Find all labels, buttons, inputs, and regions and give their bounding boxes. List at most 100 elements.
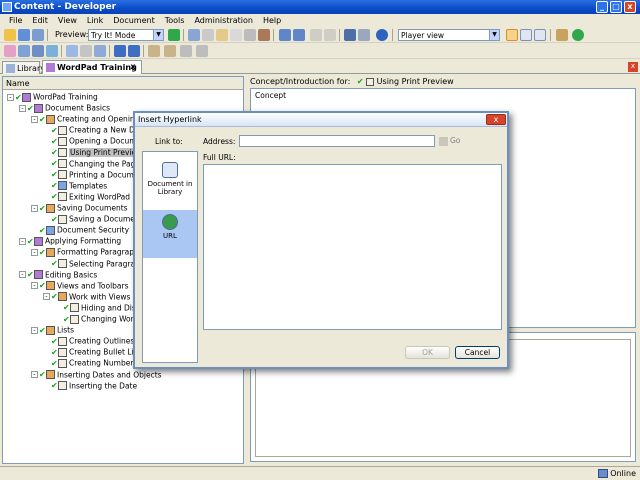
help-icon[interactable] (376, 29, 388, 41)
tree-node[interactable]: - ✔ Document Basics (19, 103, 110, 114)
promote-icon[interactable] (148, 45, 160, 57)
collapse-toggle-icon[interactable]: - (31, 204, 38, 212)
link-option-url[interactable]: URL (143, 210, 197, 258)
topic-icon (58, 358, 67, 368)
ok-button[interactable]: OK (405, 346, 450, 359)
redo-icon[interactable] (293, 29, 305, 41)
move-up-icon[interactable] (114, 45, 126, 57)
cancel-button[interactable]: Cancel (455, 346, 500, 359)
close-window-button[interactable]: x (624, 1, 636, 13)
find-icon[interactable] (258, 29, 270, 41)
close-all-tabs-icon[interactable]: x (628, 62, 638, 72)
menu-file[interactable]: File (4, 14, 27, 27)
tree-column-header[interactable]: Name (3, 77, 243, 90)
move-down-icon[interactable] (128, 45, 140, 57)
demote-icon[interactable] (164, 45, 176, 57)
layout-one-icon[interactable] (506, 29, 518, 41)
tree-node[interactable]: - ✔ WordPad Training (7, 92, 98, 103)
go-button[interactable]: Go (439, 136, 460, 146)
properties-icon[interactable] (244, 29, 256, 41)
tab-wordpad-training[interactable]: WordPad Training x (42, 60, 142, 74)
collapse-toggle-icon[interactable]: - (31, 115, 38, 123)
check-icon: ✔ (63, 314, 70, 324)
tree-node[interactable]: ✔ Inserting the Date (43, 381, 137, 392)
layout-three-icon[interactable] (534, 29, 546, 41)
unlink-icon[interactable] (196, 45, 208, 57)
record-icon[interactable] (66, 45, 78, 57)
chevron-down-icon[interactable]: ▼ (153, 30, 163, 40)
spell-check-icon[interactable] (358, 29, 370, 41)
check-icon: ✔ (51, 336, 58, 346)
tree-node[interactable]: ✔ Creating Bullet Lists (43, 347, 144, 358)
tree-node[interactable]: ✔ Document Security (31, 225, 129, 236)
address-input[interactable] (239, 135, 435, 147)
move-left-icon[interactable] (310, 29, 322, 41)
collapse-toggle-icon[interactable]: - (31, 371, 38, 378)
layout-two-icon[interactable] (520, 29, 532, 41)
menu-link[interactable]: Link (82, 14, 108, 27)
new-topic-icon[interactable] (32, 45, 44, 57)
binoculars-icon[interactable] (344, 29, 356, 41)
close-tab-icon[interactable]: x (128, 62, 138, 72)
move-right-icon[interactable] (324, 29, 336, 41)
undo-icon[interactable] (279, 29, 291, 41)
tree-node[interactable]: - ✔ Saving Documents (31, 203, 128, 214)
edit-frames-icon[interactable] (80, 45, 92, 57)
menu-help[interactable]: Help (258, 14, 286, 27)
collapse-toggle-icon[interactable]: - (31, 248, 38, 256)
menu-document[interactable]: Document (108, 14, 159, 27)
new-section-icon[interactable] (18, 45, 30, 57)
tree-node[interactable]: - ✔ Views and Toolbars (31, 281, 129, 292)
delete-icon[interactable] (230, 29, 242, 41)
maximize-button[interactable]: □ (610, 1, 622, 13)
dialog-close-button[interactable]: x (486, 114, 506, 125)
tree-node[interactable]: - ✔ Editing Basics (19, 270, 97, 281)
new-document-icon[interactable] (46, 45, 58, 57)
tree-node[interactable]: - ✔ Applying Formatting (19, 236, 121, 247)
save-all-icon[interactable] (32, 29, 44, 41)
menu-edit[interactable]: Edit (27, 14, 53, 27)
minimize-button[interactable]: _ (596, 1, 608, 13)
tree-node-label: Inserting Dates and Objects (57, 370, 162, 379)
play-preview-icon[interactable] (168, 29, 180, 41)
copy-icon[interactable] (202, 29, 214, 41)
chevron-down-icon[interactable]: ▼ (489, 30, 499, 40)
new-module-icon[interactable] (4, 45, 16, 57)
tree-node[interactable]: ✔ Printing a Document (43, 170, 146, 181)
cut-icon[interactable] (188, 29, 200, 41)
tree-node[interactable]: ✔ Exiting WordPad (43, 192, 130, 203)
menu-view[interactable]: View (53, 14, 82, 27)
save-icon[interactable] (18, 29, 30, 41)
full-url-field[interactable] (203, 164, 502, 330)
player-view-select[interactable]: Player view ▼ (398, 29, 500, 41)
tree-node-label: Inserting the Date (69, 381, 138, 391)
link-option-label: URL (163, 232, 177, 240)
topic-icon (58, 214, 67, 224)
collapse-toggle-icon[interactable]: - (19, 237, 26, 245)
collapse-toggle-icon[interactable]: - (19, 271, 26, 279)
tree-node[interactable]: ✔ Templates (43, 181, 107, 192)
open-folder-icon[interactable] (4, 29, 16, 41)
menu-tools[interactable]: Tools (160, 14, 190, 27)
collapse-toggle-icon[interactable]: - (31, 282, 38, 290)
collapse-toggle-icon[interactable]: - (7, 93, 14, 101)
collapse-toggle-icon[interactable]: - (19, 104, 26, 112)
link-icon[interactable] (180, 45, 192, 57)
link-option-document-in-library[interactable]: Document in Library (143, 158, 197, 206)
tree-node[interactable]: ✔ Changing the Page S (43, 159, 147, 170)
publish-icon[interactable] (556, 29, 568, 41)
menu-administration[interactable]: Administration (189, 14, 258, 27)
tree-node[interactable]: - ✔ Lists (31, 325, 74, 336)
refresh-icon[interactable] (572, 29, 584, 41)
tree-node[interactable]: ✔ Creating Outlines (43, 336, 134, 347)
tree-node[interactable]: - ✔ Work with Views (43, 292, 130, 303)
tab-library[interactable]: Library (2, 61, 45, 74)
tree-node[interactable]: ✔ Using Print Preview (43, 148, 144, 159)
paste-icon[interactable] (216, 29, 228, 41)
outline-icon[interactable] (94, 45, 106, 57)
mode-select[interactable]: Try It! Mode ▼ (88, 29, 164, 41)
collapse-toggle-icon[interactable]: - (31, 326, 38, 334)
tree-node[interactable]: - ✔ Inserting Dates and Objects (31, 370, 162, 381)
collapse-toggle-icon[interactable]: - (43, 293, 50, 301)
tree-node[interactable]: - ✔ Formatting Paragraphs (31, 247, 143, 258)
